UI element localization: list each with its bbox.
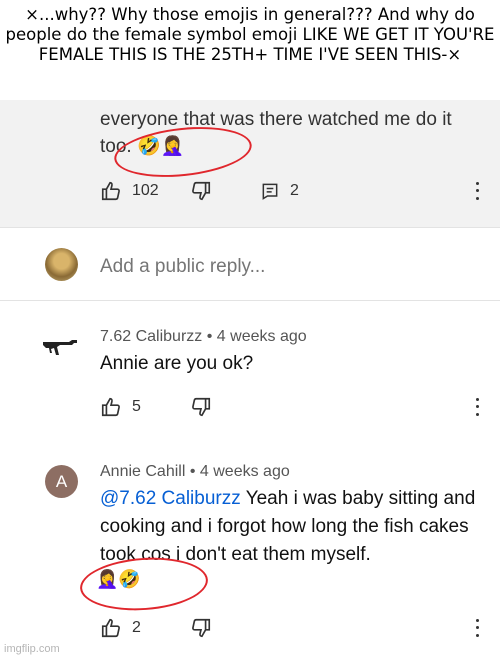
author-avatar[interactable]: A: [45, 465, 78, 498]
comment-time: 4 weeks ago: [216, 328, 307, 345]
dislike-button[interactable]: [190, 617, 212, 639]
more-options-icon[interactable]: [472, 396, 482, 418]
reply-button[interactable]: 2: [260, 180, 299, 202]
more-options-icon[interactable]: [472, 180, 482, 202]
dislike-button[interactable]: [190, 396, 212, 418]
reply-box: [0, 240, 500, 300]
dislike-button[interactable]: [190, 180, 212, 202]
like-button[interactable]: 5: [100, 396, 141, 418]
comment-author[interactable]: 7.62 Caliburzz: [100, 328, 202, 345]
divider: [0, 300, 500, 301]
comment-actions: 5: [100, 396, 490, 420]
like-count: 102: [132, 182, 159, 199]
thumbs-up-icon: [101, 618, 120, 638]
user-mention-link[interactable]: @7.62 Caliburzz: [100, 488, 241, 509]
meta-separator: •: [189, 463, 196, 480]
comment-actions: 2: [100, 617, 490, 641]
comment-author[interactable]: Annie Cahill: [100, 463, 185, 480]
reply-count: 2: [290, 182, 299, 199]
thumbs-down-icon: [192, 181, 211, 201]
meme-caption: ×...why?? Why those emojis in general???…: [0, 0, 500, 100]
comment-meta: Annie Cahill • 4 weeks ago: [100, 463, 290, 481]
red-circle-annotation: [78, 553, 210, 615]
like-count: 5: [132, 398, 141, 415]
user-avatar: [45, 248, 78, 281]
like-count: 2: [132, 619, 141, 636]
like-button[interactable]: 102: [100, 180, 159, 202]
meta-separator: •: [206, 328, 213, 345]
thumbs-down-icon: [192, 397, 211, 417]
comment-text: Annie are you ok?: [100, 353, 254, 374]
reply-input[interactable]: [100, 254, 460, 280]
like-button[interactable]: 2: [100, 617, 141, 639]
comment-time: 4 weeks ago: [199, 463, 290, 480]
thumbs-down-icon: [192, 618, 211, 638]
more-options-icon[interactable]: [472, 617, 482, 639]
comment-text: @7.62 Caliburzz Yeah i was baby sitting …: [100, 485, 480, 569]
reply-comment-icon: [262, 183, 278, 200]
thumbs-up-icon: [101, 397, 120, 417]
parent-comment: everyone that was there watched me do it…: [0, 100, 500, 228]
comment-meta: 7.62 Caliburzz • 4 weeks ago: [100, 328, 307, 346]
parent-comment-actions: 102 2: [100, 180, 490, 204]
rifle-avatar-icon: [43, 340, 77, 355]
thumbs-up-icon: [101, 181, 120, 201]
watermark: imgflip.com: [4, 643, 60, 655]
